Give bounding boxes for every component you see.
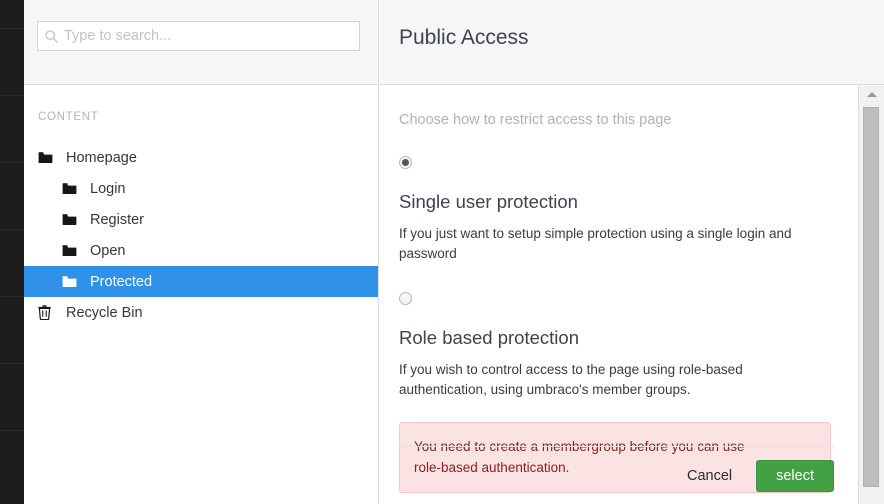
tree-item-protected[interactable]: Protected	[24, 266, 378, 297]
tree-body: CONTENT Homepage Login Register Open Protect…	[24, 86, 378, 504]
folder-icon	[62, 242, 84, 260]
tree-section-label: CONTENT	[38, 111, 99, 123]
rail-separator	[0, 28, 24, 29]
rail-separator	[0, 162, 24, 163]
panel-header: Public Access	[380, 0, 884, 85]
cancel-button[interactable]: Cancel	[677, 462, 742, 490]
rail-separator	[0, 363, 24, 364]
select-button[interactable]: select	[756, 459, 834, 492]
tree-item-recycle-bin[interactable]: Recycle Bin	[24, 297, 378, 328]
option-title-single-user: Single user protection	[399, 191, 578, 212]
option-description-role-based: If you wish to control access to the pag…	[399, 362, 743, 397]
content-tree-panel: CONTENT Homepage Login Register Open Protect…	[24, 0, 379, 504]
search-input[interactable]	[64, 23, 359, 49]
rail-separator	[0, 95, 24, 96]
radio-dot	[402, 295, 409, 302]
search-icon	[38, 22, 64, 50]
trash-icon	[38, 304, 60, 322]
tree-item-homepage[interactable]: Homepage	[24, 142, 378, 173]
tree-item-label: Login	[90, 180, 126, 197]
tree-header	[24, 0, 378, 85]
panel-body: Choose how to restrict access to this pa…	[380, 86, 853, 504]
radio-role-based-protection[interactable]	[399, 292, 412, 306]
panel-footer: Cancel select	[380, 447, 853, 504]
tree-item-label: Homepage	[66, 149, 137, 166]
tree-item-open[interactable]: Open	[24, 235, 378, 266]
panel-scrollbar[interactable]	[858, 86, 884, 504]
triangle-up-icon	[866, 92, 877, 97]
option-title-role-based: Role based protection	[399, 327, 579, 348]
scrollbar-up-arrow[interactable]	[859, 86, 884, 103]
option-role-based: Role based protection If you wish to con…	[399, 290, 834, 400]
rail-separator	[0, 430, 24, 431]
folder-icon	[62, 273, 84, 291]
radio-single-user-protection[interactable]	[399, 156, 412, 170]
tree-item-label: Protected	[90, 273, 153, 290]
tree-item-label: Open	[90, 242, 126, 259]
option-single-user: Single user protection If you just want …	[399, 154, 834, 264]
page-title: Public Access	[399, 26, 529, 49]
option-description-single-user: If you just want to setup simple protect…	[399, 226, 792, 261]
rail-separator	[0, 229, 24, 230]
public-access-panel: Public Access Choose how to restrict acc…	[380, 0, 884, 504]
search-box[interactable]	[37, 21, 360, 51]
tree-item-label: Register	[90, 211, 144, 228]
folder-icon	[62, 211, 84, 229]
app-window: CONTENT Homepage Login Register Open Protect…	[0, 0, 884, 504]
scrollbar-thumb[interactable]	[863, 107, 879, 487]
tree-list: Homepage Login Register Open Protected Recycl…	[24, 142, 378, 328]
folder-icon	[62, 180, 84, 198]
left-nav-rail	[0, 0, 24, 504]
tree-item-label: Recycle Bin	[66, 304, 143, 321]
folder-icon	[38, 149, 60, 167]
panel-subtitle: Choose how to restrict access to this pa…	[399, 112, 672, 128]
tree-item-register[interactable]: Register	[24, 204, 378, 235]
rail-separator	[0, 296, 24, 297]
radio-dot	[402, 159, 409, 167]
tree-item-login[interactable]: Login	[24, 173, 378, 204]
